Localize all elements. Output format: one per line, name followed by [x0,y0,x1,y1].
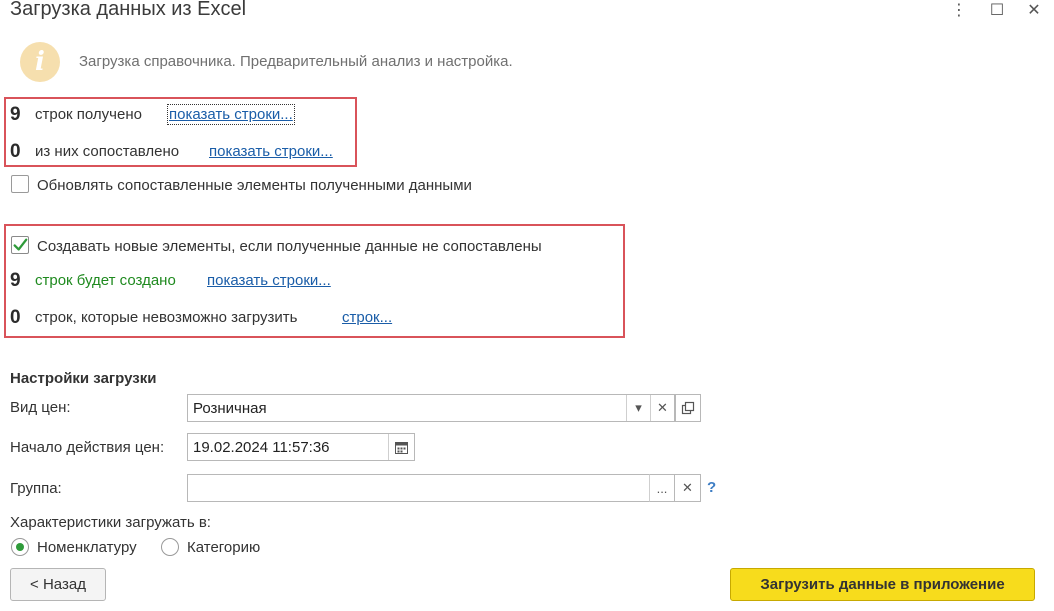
show-matched-rows-link[interactable]: показать строки... [209,143,333,160]
price-type-label: Вид цен: [10,399,71,416]
info-icon: i [20,42,60,82]
select-group-button[interactable]: ... [649,474,675,502]
create-new-label: Создавать новые элементы, если полученны… [37,238,542,255]
more-menu-icon[interactable]: ⋮ [946,0,972,20]
radio-nomenclature[interactable] [11,538,29,556]
calendar-glyph-icon [395,441,408,454]
price-type-value: Розничная [193,399,267,417]
show-received-rows-link[interactable]: показать строки... [167,104,295,125]
update-matched-label: Обновлять сопоставленные элементы получе… [37,177,472,194]
rows-received-count: 9 [10,104,21,125]
checkmark-icon [13,238,28,251]
create-new-checkbox[interactable] [11,236,29,254]
close-icon[interactable]: ✕ [1021,0,1047,20]
group-label: Группа: [10,480,62,497]
rows-matched-count: 0 [10,141,21,162]
rows-failed-count: 0 [10,307,21,328]
rows-to-create-label: строк будет создано [35,272,176,289]
radio-category[interactable] [161,538,179,556]
rows-matched-label: из них сопоставлено [35,143,180,160]
window-title: Загрузка данных из Excel [10,0,247,20]
characteristics-label: Характеристики загружать в: [10,514,211,531]
info-icon-glyph: i [35,47,45,77]
price-start-field[interactable]: 19.02.2024 11:57:36 [187,433,415,461]
price-type-field[interactable]: Розничная ▾ ✕ [187,394,675,422]
rows-to-create-count: 9 [10,270,21,291]
maximize-icon[interactable]: ☐ [984,0,1010,20]
radio-nomenclature-label: Номенклатуру [37,539,137,556]
calendar-icon[interactable] [388,434,414,460]
dropdown-arrow-icon[interactable]: ▾ [626,395,650,421]
group-field[interactable] [187,474,675,502]
clear-group-icon[interactable]: ✕ [674,474,701,502]
show-created-rows-link[interactable]: показать строки... [207,272,331,289]
clear-icon[interactable]: ✕ [650,395,674,421]
load-data-button[interactable]: Загрузить данные в приложение [730,568,1035,601]
radio-selected-dot [16,543,24,551]
show-failed-rows-link[interactable]: строк... [342,309,392,326]
rows-received-label: строк получено [35,106,142,123]
help-icon[interactable]: ? [707,479,716,496]
update-matched-checkbox[interactable] [11,175,29,193]
open-icon[interactable] [675,394,701,422]
price-start-value: 19.02.2024 11:57:36 [193,438,330,456]
settings-heading: Настройки загрузки [10,370,157,387]
rows-failed-label: строк, которые невозможно загрузить [35,309,298,326]
price-start-label: Начало действия цен: [10,439,165,456]
back-button[interactable]: < Назад [10,568,106,601]
info-message: Загрузка справочника. Предварительный ан… [79,53,513,70]
open-window-icon [681,401,695,415]
radio-category-label: Категорию [187,539,261,556]
